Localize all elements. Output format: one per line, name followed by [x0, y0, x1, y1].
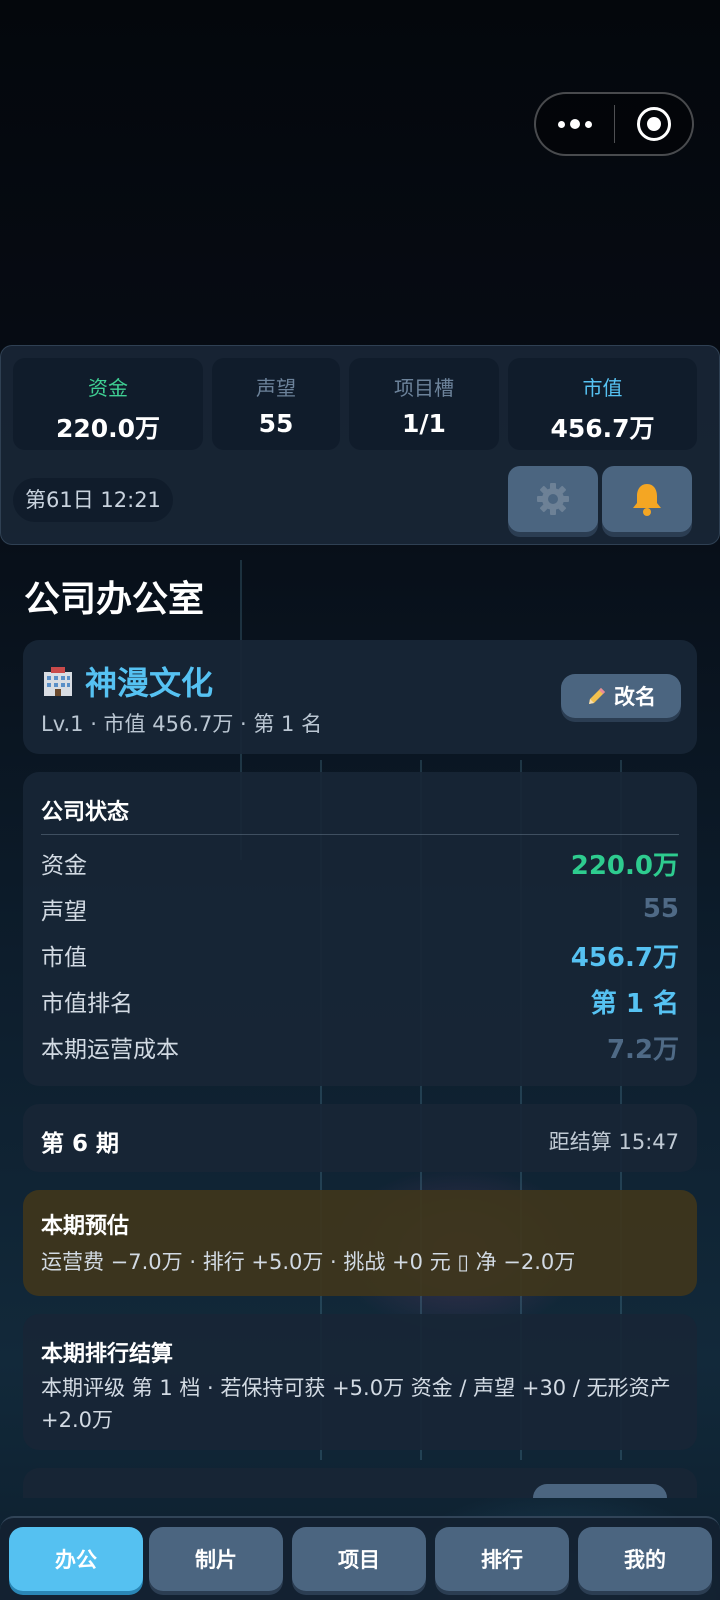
stat-slots-value: 1/1 — [402, 409, 446, 438]
tab-production[interactable]: 制片 — [149, 1527, 283, 1591]
status-value: 456.7万 — [570, 942, 679, 973]
estimate-card: 本期预估 运营费 −7.0万 · 排行 +5.0万 · 挑战 +0 元 ▯ 净 … — [23, 1190, 697, 1296]
company-status-card: 公司状态 资金 220.0万 声望 55 市值 456.7万 市值排名 第 1 … — [23, 772, 697, 1086]
status-divider — [41, 834, 679, 835]
stat-market-label: 市值 — [582, 376, 623, 400]
stats-panel: 资金 220.0万 声望 55 项目槽 1/1 市值 456.7万 第61日 1… — [0, 345, 720, 545]
company-subtitle: Lv.1 · 市值 456.7万 · 第 1 名 — [41, 712, 323, 736]
status-row: 声望 55 — [41, 889, 679, 929]
stat-market: 市值 456.7万 — [508, 358, 697, 450]
stat-reputation-value: 55 — [258, 409, 294, 438]
tab-office[interactable]: 办公 — [9, 1527, 143, 1591]
stat-slots: 项目槽 1/1 — [349, 358, 499, 450]
stat-funds-label: 资金 — [88, 376, 128, 400]
status-value: 7.2万 — [606, 1034, 679, 1065]
period-label: 第 6 期 — [41, 1131, 120, 1157]
next-card-partial — [23, 1468, 697, 1498]
stat-funds-value: 220.0万 — [55, 414, 161, 443]
status-row: 资金 220.0万 — [41, 843, 679, 883]
settlement-countdown: 距结算 15:47 — [548, 1130, 679, 1154]
status-key: 本期运营成本 — [41, 1037, 179, 1063]
tab-ranking[interactable]: 排行 — [435, 1527, 569, 1591]
tab-projects[interactable]: 项目 — [292, 1527, 426, 1591]
status-value: 第 1 名 — [590, 988, 679, 1019]
bell-icon — [633, 484, 661, 516]
status-row: 市值 456.7万 — [41, 935, 679, 975]
ranking-text: 本期评级 第 1 档 · 若保持可获 +5.0万 资金 / 声望 +30 / 无… — [41, 1376, 671, 1432]
period-card: 第 6 期 距结算 15:47 — [23, 1104, 697, 1172]
close-target-icon[interactable] — [615, 107, 692, 141]
rename-label: 改名 — [614, 685, 656, 709]
rename-button[interactable]: 改名 — [561, 674, 681, 718]
status-row: 市值排名 第 1 名 — [41, 981, 679, 1021]
notification-button[interactable] — [602, 466, 692, 532]
bottom-nav: 办公 制片 项目 排行 我的 — [0, 1516, 720, 1600]
company-name-row: 神漫文化 — [41, 658, 213, 704]
company-card: 神漫文化 Lv.1 · 市值 456.7万 · 第 1 名 改名 — [23, 640, 697, 754]
status-key: 声望 — [41, 899, 87, 925]
office-building-icon — [44, 667, 72, 696]
next-card-button-partial[interactable] — [533, 1484, 667, 1498]
stat-reputation: 声望 55 — [212, 358, 340, 450]
status-title: 公司状态 — [41, 800, 130, 825]
ranking-title: 本期排行结算 — [41, 1342, 174, 1367]
page-title: 公司办公室 — [24, 579, 205, 620]
status-key: 市值 — [41, 945, 87, 971]
company-name: 神漫文化 — [85, 664, 214, 702]
mini-program-capsule — [534, 92, 694, 156]
tab-mine[interactable]: 我的 — [578, 1527, 712, 1591]
status-value: 220.0万 — [570, 850, 679, 881]
stat-reputation-label: 声望 — [256, 376, 296, 400]
status-row: 本期运营成本 7.2万 — [41, 1027, 679, 1067]
gear-icon — [537, 483, 569, 515]
pencil-icon — [589, 688, 605, 704]
settings-button[interactable] — [508, 466, 598, 532]
status-key: 资金 — [41, 853, 87, 879]
ranking-settlement-card: 本期排行结算 本期评级 第 1 档 · 若保持可获 +5.0万 资金 / 声望 … — [23, 1314, 697, 1450]
stat-funds: 资金 220.0万 — [13, 358, 203, 450]
status-key: 市值排名 — [41, 991, 133, 1017]
day-time-chip: 第61日 12:21 — [13, 478, 173, 522]
estimate-title: 本期预估 — [41, 1214, 130, 1239]
stat-slots-label: 项目槽 — [394, 376, 454, 400]
estimate-text: 运营费 −7.0万 · 排行 +5.0万 · 挑战 +0 元 ▯ 净 −2.0万 — [41, 1250, 576, 1274]
stat-market-value: 456.7万 — [550, 414, 655, 443]
status-value: 55 — [642, 894, 679, 924]
more-icon[interactable] — [536, 119, 614, 129]
